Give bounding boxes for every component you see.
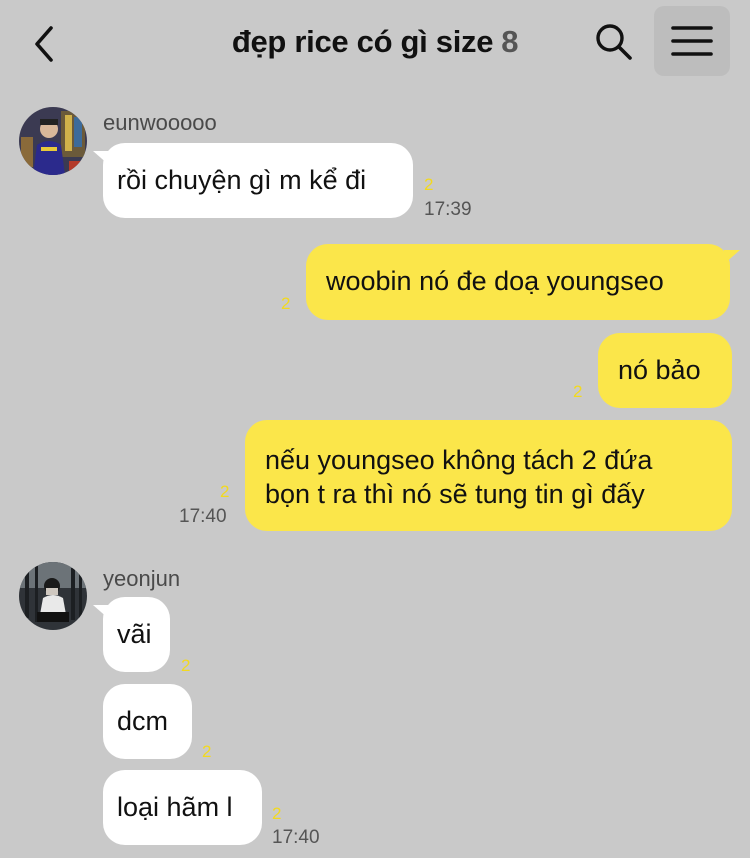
avatar-photo bbox=[19, 107, 87, 175]
message-bubble[interactable]: vãi bbox=[93, 597, 170, 672]
message-text-line: bọn t ra thì nó sẽ tung tin gì đấy bbox=[265, 479, 645, 509]
sender-name: eunwooooo bbox=[103, 110, 217, 135]
message-text: rồi chuyện gì m kể đi bbox=[117, 165, 367, 195]
unread-count: 2 bbox=[272, 804, 282, 823]
timestamp: 17:40 bbox=[272, 827, 320, 848]
message-bubble[interactable]: nó bảo bbox=[598, 333, 732, 408]
message-text: dcm bbox=[117, 706, 169, 736]
avatar-eunwooooo[interactable] bbox=[19, 107, 87, 175]
chat-title: đẹp rice có gì size 8 bbox=[0, 24, 750, 60]
avatar-yeonjun[interactable] bbox=[19, 562, 87, 630]
chat-header: đẹp rice có gì size 8 bbox=[0, 0, 750, 88]
message-text: loại hãm l bbox=[117, 792, 233, 822]
message-text: woobin nó đe doạ youngseo bbox=[326, 266, 664, 296]
timestamp: 17:39 bbox=[424, 199, 472, 220]
search-button[interactable] bbox=[592, 20, 636, 64]
message-text-line: nếu youngseo không tách 2 đứa bbox=[265, 445, 653, 475]
message-bubble[interactable]: nếu youngseo không tách 2 đứa bọn t ra t… bbox=[245, 420, 732, 531]
message-text: nó bảo bbox=[618, 355, 701, 385]
message-bubble[interactable]: loại hãm l bbox=[103, 770, 262, 845]
menu-button[interactable] bbox=[654, 6, 730, 76]
unread-count: 2 bbox=[202, 742, 212, 761]
avatar-photo bbox=[19, 562, 87, 630]
search-icon bbox=[596, 24, 632, 60]
unread-count: 2 bbox=[181, 656, 191, 675]
member-count: 8 bbox=[501, 24, 519, 59]
message-text: vãi bbox=[117, 619, 152, 649]
sender-name: yeonjun bbox=[103, 566, 181, 591]
unread-count: 2 bbox=[220, 482, 230, 501]
chat-name: đẹp rice có gì size bbox=[231, 24, 494, 59]
message-bubble[interactable]: dcm bbox=[103, 684, 192, 759]
hamburger-menu-icon bbox=[671, 26, 713, 56]
message-bubble[interactable]: woobin nó đe doạ youngseo bbox=[306, 244, 740, 320]
unread-count: 2 bbox=[281, 294, 291, 313]
unread-count: 2 bbox=[424, 175, 434, 194]
timestamp: 17:40 bbox=[179, 506, 227, 527]
unread-count: 2 bbox=[573, 382, 583, 401]
message-bubble[interactable]: rồi chuyện gì m kể đi bbox=[93, 143, 413, 218]
